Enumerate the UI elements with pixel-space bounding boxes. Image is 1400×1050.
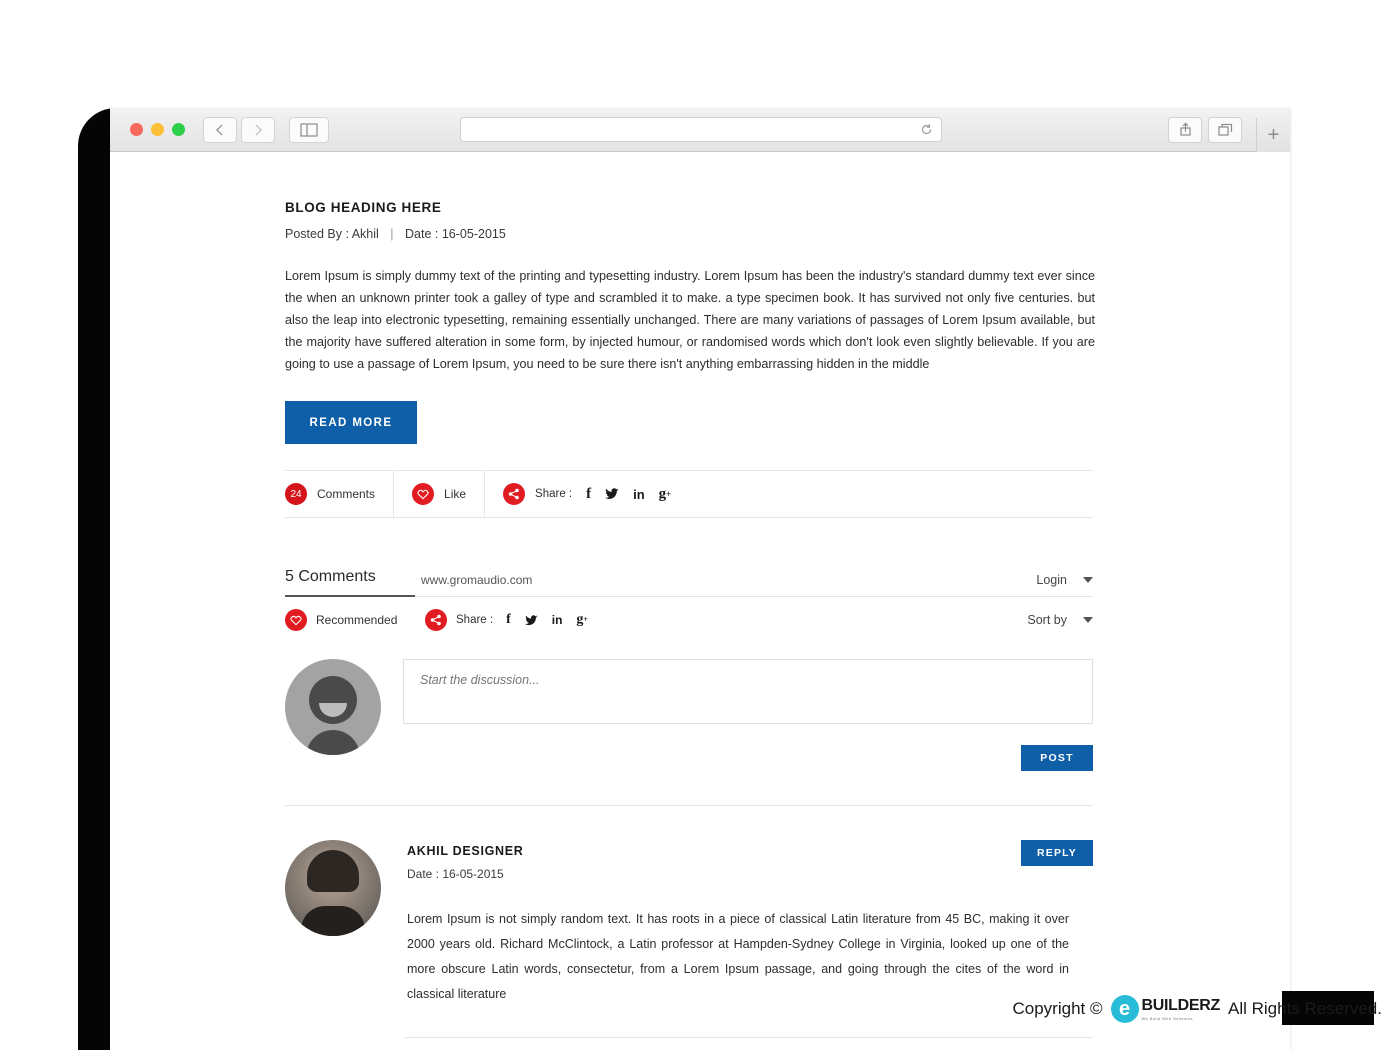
- close-window-button[interactable]: [130, 123, 143, 136]
- comment-body: REPLY AKHIL DESIGNER Date : 16-05-2015 L…: [407, 840, 1093, 1007]
- googleplus-icon[interactable]: g +: [659, 486, 672, 502]
- comments-social-links: f in g +: [506, 613, 588, 627]
- logo-tagline: We Build Web Networks: [1141, 1015, 1193, 1021]
- posted-by: Posted By : Akhil: [285, 227, 379, 241]
- show-tabs-button[interactable]: [1208, 116, 1242, 143]
- login-dropdown[interactable]: Login: [973, 573, 1093, 597]
- post-date: Date : 16-05-2015: [405, 227, 506, 241]
- comment-author: AKHIL DESIGNER: [407, 844, 524, 858]
- googleplus-icon[interactable]: g +: [576, 613, 588, 627]
- avatar: [285, 840, 381, 936]
- browser-window: + BLOG HEADING HERE Posted By : Akhil | …: [110, 108, 1290, 1050]
- share-icon: [1179, 122, 1191, 136]
- comments-count-badge: 24: [285, 483, 307, 505]
- composer-right: POST: [403, 659, 1093, 771]
- comment-date: Date : 16-05-2015: [407, 867, 504, 881]
- recommended-label: Recommended: [316, 613, 398, 627]
- post-body: Lorem Ipsum is simply dummy text of the …: [285, 269, 1095, 371]
- social-links: f in g +: [586, 486, 672, 502]
- comment-item: REPLY SUNIL JOSHI Date : 16-05-2015 Cont…: [405, 1037, 1093, 1050]
- chevron-down-icon: [1083, 617, 1093, 623]
- logo-brand: BUILDERZ We Build Web Networks: [1141, 996, 1221, 1021]
- comments-action[interactable]: 24 Comments: [285, 471, 395, 517]
- reload-icon[interactable]: [920, 123, 933, 136]
- login-label: Login: [1036, 573, 1067, 587]
- copyright-prefix: Copyright ©: [1012, 999, 1103, 1018]
- logo-e-icon: e: [1110, 995, 1139, 1023]
- sort-dropdown[interactable]: Sort by: [1027, 613, 1093, 627]
- heart-icon: [285, 609, 307, 631]
- share-nodes-icon[interactable]: [425, 609, 447, 631]
- share-button[interactable]: [1168, 116, 1202, 143]
- comment-item: REPLY AKHIL DESIGNER Date : 16-05-2015 L…: [285, 805, 1093, 1037]
- facebook-icon[interactable]: f: [586, 486, 591, 502]
- comments-action-label: Comments: [317, 487, 376, 501]
- linkedin-icon[interactable]: in: [552, 614, 563, 626]
- sidebar-toggle-button[interactable]: [289, 116, 329, 143]
- post-comment-button[interactable]: POST: [1021, 745, 1093, 771]
- heart-icon: [412, 483, 435, 505]
- copyright-suffix: All Rights Reserved.: [1227, 999, 1382, 1018]
- toolbar-right-tools: [1168, 116, 1242, 143]
- navigation-buttons: [203, 116, 275, 143]
- back-button[interactable]: [203, 116, 237, 143]
- sort-label: Sort by: [1027, 613, 1067, 627]
- sidebar-icon: [300, 122, 318, 137]
- comment-composer: POST: [285, 659, 1093, 771]
- browser-titlebar: +: [110, 108, 1290, 152]
- tabs-icon: [1217, 123, 1232, 136]
- comment-text: Lorem Ipsum is not simply random text. I…: [407, 912, 1069, 1001]
- like-action-label: Like: [444, 487, 467, 501]
- copyright-watermark: Copyright © e BUILDERZ We Build Web Netw…: [1012, 991, 1382, 1025]
- logo-brand-name: BUILDERZ: [1141, 996, 1221, 1014]
- share-nodes-icon[interactable]: [503, 483, 526, 505]
- forward-button[interactable]: [241, 116, 275, 143]
- address-bar[interactable]: [460, 117, 942, 142]
- ebuilderz-logo: e BUILDERZ We Build Web Networks: [1110, 995, 1221, 1023]
- comments-share-group: Share : f in g +: [425, 609, 1027, 631]
- like-action[interactable]: Like: [394, 471, 486, 517]
- linkedin-icon[interactable]: in: [633, 488, 645, 501]
- comments-site-label: www.gromaudio.com: [415, 573, 973, 597]
- minimize-window-button[interactable]: [151, 123, 164, 136]
- post-meta: Posted By : Akhil | Date : 16-05-2015: [285, 227, 1105, 241]
- twitter-icon[interactable]: [524, 614, 538, 626]
- comments-header: 5 Comments www.gromaudio.com Login: [285, 563, 1093, 597]
- composer-actions: POST: [403, 745, 1093, 771]
- meta-separator: |: [390, 227, 394, 241]
- page-content: BLOG HEADING HERE Posted By : Akhil | Da…: [285, 200, 1105, 1050]
- recommended-button[interactable]: Recommended: [285, 609, 425, 631]
- page-title: BLOG HEADING HERE: [285, 200, 442, 215]
- reply-button[interactable]: REPLY: [1021, 840, 1093, 866]
- new-tab-button[interactable]: +: [1256, 118, 1290, 152]
- comment-input[interactable]: [403, 659, 1093, 724]
- chevron-down-icon: [1083, 577, 1093, 583]
- twitter-icon[interactable]: [605, 488, 619, 500]
- avatar-body: [306, 730, 360, 755]
- traffic-lights: [130, 123, 185, 136]
- page-viewport: BLOG HEADING HERE Posted By : Akhil | Da…: [110, 152, 1290, 1050]
- facebook-icon[interactable]: f: [506, 613, 511, 627]
- share-action: Share : f in g +: [485, 471, 689, 517]
- avatar: [285, 659, 381, 755]
- read-more-button[interactable]: READ MORE: [285, 401, 417, 444]
- comments-count-label: 5 Comments: [285, 568, 415, 597]
- maximize-window-button[interactable]: [172, 123, 185, 136]
- comments-share-label: Share :: [456, 614, 494, 626]
- share-action-label: Share :: [535, 488, 573, 500]
- comments-module: 5 Comments www.gromaudio.com Login Recom…: [285, 563, 1093, 1050]
- post-action-bar: 24 Comments Like Share: f in g +: [285, 470, 1093, 518]
- comments-subbar: Recommended Share : f in g + Sort by: [285, 599, 1093, 641]
